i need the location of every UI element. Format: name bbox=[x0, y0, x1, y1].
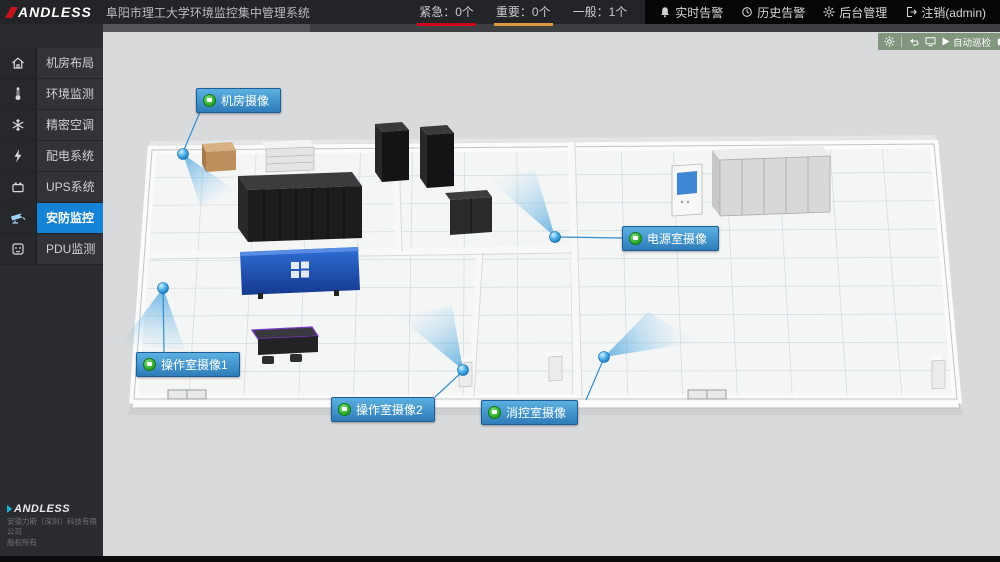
menu-logout-label: 注销(admin) bbox=[921, 4, 986, 21]
snowflake-icon bbox=[0, 110, 37, 140]
floorplan-view: 机房摄像 电源室摄像 操作室摄像1 操作室摄像2 消控室摄像 bbox=[103, 32, 1000, 556]
gear-icon bbox=[823, 6, 835, 18]
brand-text: ANDLESS bbox=[18, 4, 92, 20]
sidebar-item-pdu[interactable]: PDU监测 bbox=[0, 234, 103, 265]
camera-label-operation-room-1[interactable]: 操作室摄像1 bbox=[136, 352, 240, 377]
sub-bar-tab bbox=[103, 24, 310, 32]
brand-logo: ANDLESS bbox=[0, 4, 102, 20]
alarm-bell-icon bbox=[659, 6, 671, 18]
camera-status-icon bbox=[629, 232, 642, 245]
menu-realtime-alarm-label: 实时告警 bbox=[675, 4, 723, 21]
cctv-camera-icon bbox=[0, 203, 37, 233]
sidebar-item-label: 安防监控 bbox=[37, 203, 103, 233]
camera-label-text: 机房摄像 bbox=[221, 92, 269, 109]
sidebar-item-label: 配电系统 bbox=[37, 141, 103, 171]
viewer-back-button[interactable] bbox=[908, 36, 919, 47]
top-menu: 实时告警 历史告警 后台管 bbox=[645, 0, 1000, 24]
sidebar-item-label: 机房布局 bbox=[37, 48, 103, 78]
camera-status-icon bbox=[203, 94, 216, 107]
gear-icon bbox=[884, 36, 895, 47]
thermometer-icon bbox=[0, 79, 37, 109]
sidebar-item-label: PDU监测 bbox=[37, 234, 103, 264]
alarm-counters: 紧急：0个 重要：0个 一般：1个 bbox=[419, 3, 627, 22]
menu-admin-label: 后台管理 bbox=[839, 4, 887, 21]
camera-label-text: 操作室摄像2 bbox=[356, 401, 423, 418]
lightning-icon bbox=[0, 141, 37, 171]
sidebar-item-label: 精密空调 bbox=[37, 110, 103, 140]
alarm-counter-general[interactable]: 一般：1个 bbox=[573, 3, 628, 22]
camera-status-icon bbox=[338, 403, 351, 416]
auto-patrol-button[interactable]: 自动巡检 bbox=[942, 35, 991, 49]
sidebar-item-ups[interactable]: UPS系统 bbox=[0, 172, 103, 203]
logout-icon bbox=[905, 6, 917, 18]
sidebar-footer: ANDLESS 安德力斯（深圳）科技有限公司 版权所有 bbox=[7, 503, 102, 548]
camera-label-text: 电源室摄像 bbox=[647, 230, 707, 247]
alarm-counter-important[interactable]: 重要：0个 bbox=[496, 3, 551, 22]
camera-label-fire-control-room[interactable]: 消控室摄像 bbox=[481, 400, 578, 425]
sidebar-item-label: 环境监测 bbox=[37, 79, 103, 109]
footer-copyright: 版权所有 bbox=[7, 538, 102, 548]
undo-arrow-icon bbox=[908, 36, 919, 47]
brand-red-slash-icon bbox=[5, 7, 18, 18]
camera-label-text: 消控室摄像 bbox=[506, 404, 566, 421]
menu-logout[interactable]: 注销(admin) bbox=[905, 4, 986, 21]
menu-admin[interactable]: 后台管理 bbox=[823, 4, 887, 21]
play-icon bbox=[942, 37, 950, 46]
camera-label-power-room[interactable]: 电源室摄像 bbox=[622, 226, 719, 251]
camera-status-icon bbox=[143, 358, 156, 371]
sidebar-item-environment[interactable]: 环境监测 bbox=[0, 79, 103, 110]
sidebar-item-label: UPS系统 bbox=[37, 172, 103, 202]
footer-brand-arrow-icon bbox=[7, 505, 12, 513]
page-title: 阜阳市理工大学环境监控集中管理系统 bbox=[106, 4, 310, 21]
power-socket-icon bbox=[0, 234, 37, 264]
sidebar-menu: 机房布局 环境监测 bbox=[0, 48, 103, 265]
menu-history-alarm[interactable]: 历史告警 bbox=[741, 4, 805, 21]
alarm-counter-urgent-text: 紧急：0个 bbox=[419, 5, 474, 19]
bottom-bar bbox=[0, 556, 1000, 562]
camera-status-icon bbox=[488, 406, 501, 419]
sidebar: 机房布局 环境监测 bbox=[0, 24, 103, 562]
app-window: { "app": { "brand": "ANDLESS", "title": … bbox=[0, 0, 1000, 562]
server-rack-row bbox=[238, 172, 362, 242]
sidebar-item-precision-ac[interactable]: 精密空调 bbox=[0, 110, 103, 141]
auto-patrol-label: 自动巡检 bbox=[953, 35, 991, 49]
alarm-counter-general-text: 一般：1个 bbox=[573, 5, 628, 19]
history-icon bbox=[741, 6, 753, 18]
camera-label-machine-room[interactable]: 机房摄像 bbox=[196, 88, 281, 113]
footer-brand-text: ANDLESS bbox=[14, 503, 70, 515]
battery-icon bbox=[0, 172, 37, 202]
home-icon bbox=[0, 48, 37, 78]
alarm-counter-urgent[interactable]: 紧急：0个 bbox=[419, 3, 474, 22]
camera-label-text: 操作室摄像1 bbox=[161, 356, 228, 373]
screen-icon bbox=[925, 36, 936, 47]
camera-label-operation-room-2[interactable]: 操作室摄像2 bbox=[331, 397, 435, 422]
sidebar-item-room-layout[interactable]: 机房布局 bbox=[0, 48, 103, 79]
sidebar-item-power-distribution[interactable]: 配电系统 bbox=[0, 141, 103, 172]
top-bar: ANDLESS 阜阳市理工大学环境监控集中管理系统 紧急：0个 重要：0个 一般… bbox=[0, 0, 1000, 24]
viewer-fullscreen-button[interactable] bbox=[925, 36, 936, 47]
viewer-settings-button[interactable] bbox=[884, 36, 895, 47]
sidebar-item-security-monitoring[interactable]: 安防监控 bbox=[0, 203, 103, 234]
menu-history-alarm-label: 历史告警 bbox=[757, 4, 805, 21]
menu-realtime-alarm[interactable]: 实时告警 bbox=[659, 4, 723, 21]
viewer-toolbar: 自动巡检 停止巡检 bbox=[878, 33, 1000, 50]
alarm-counter-important-text: 重要：0个 bbox=[496, 5, 551, 19]
footer-company: 安德力斯（深圳）科技有限公司 bbox=[7, 517, 102, 537]
